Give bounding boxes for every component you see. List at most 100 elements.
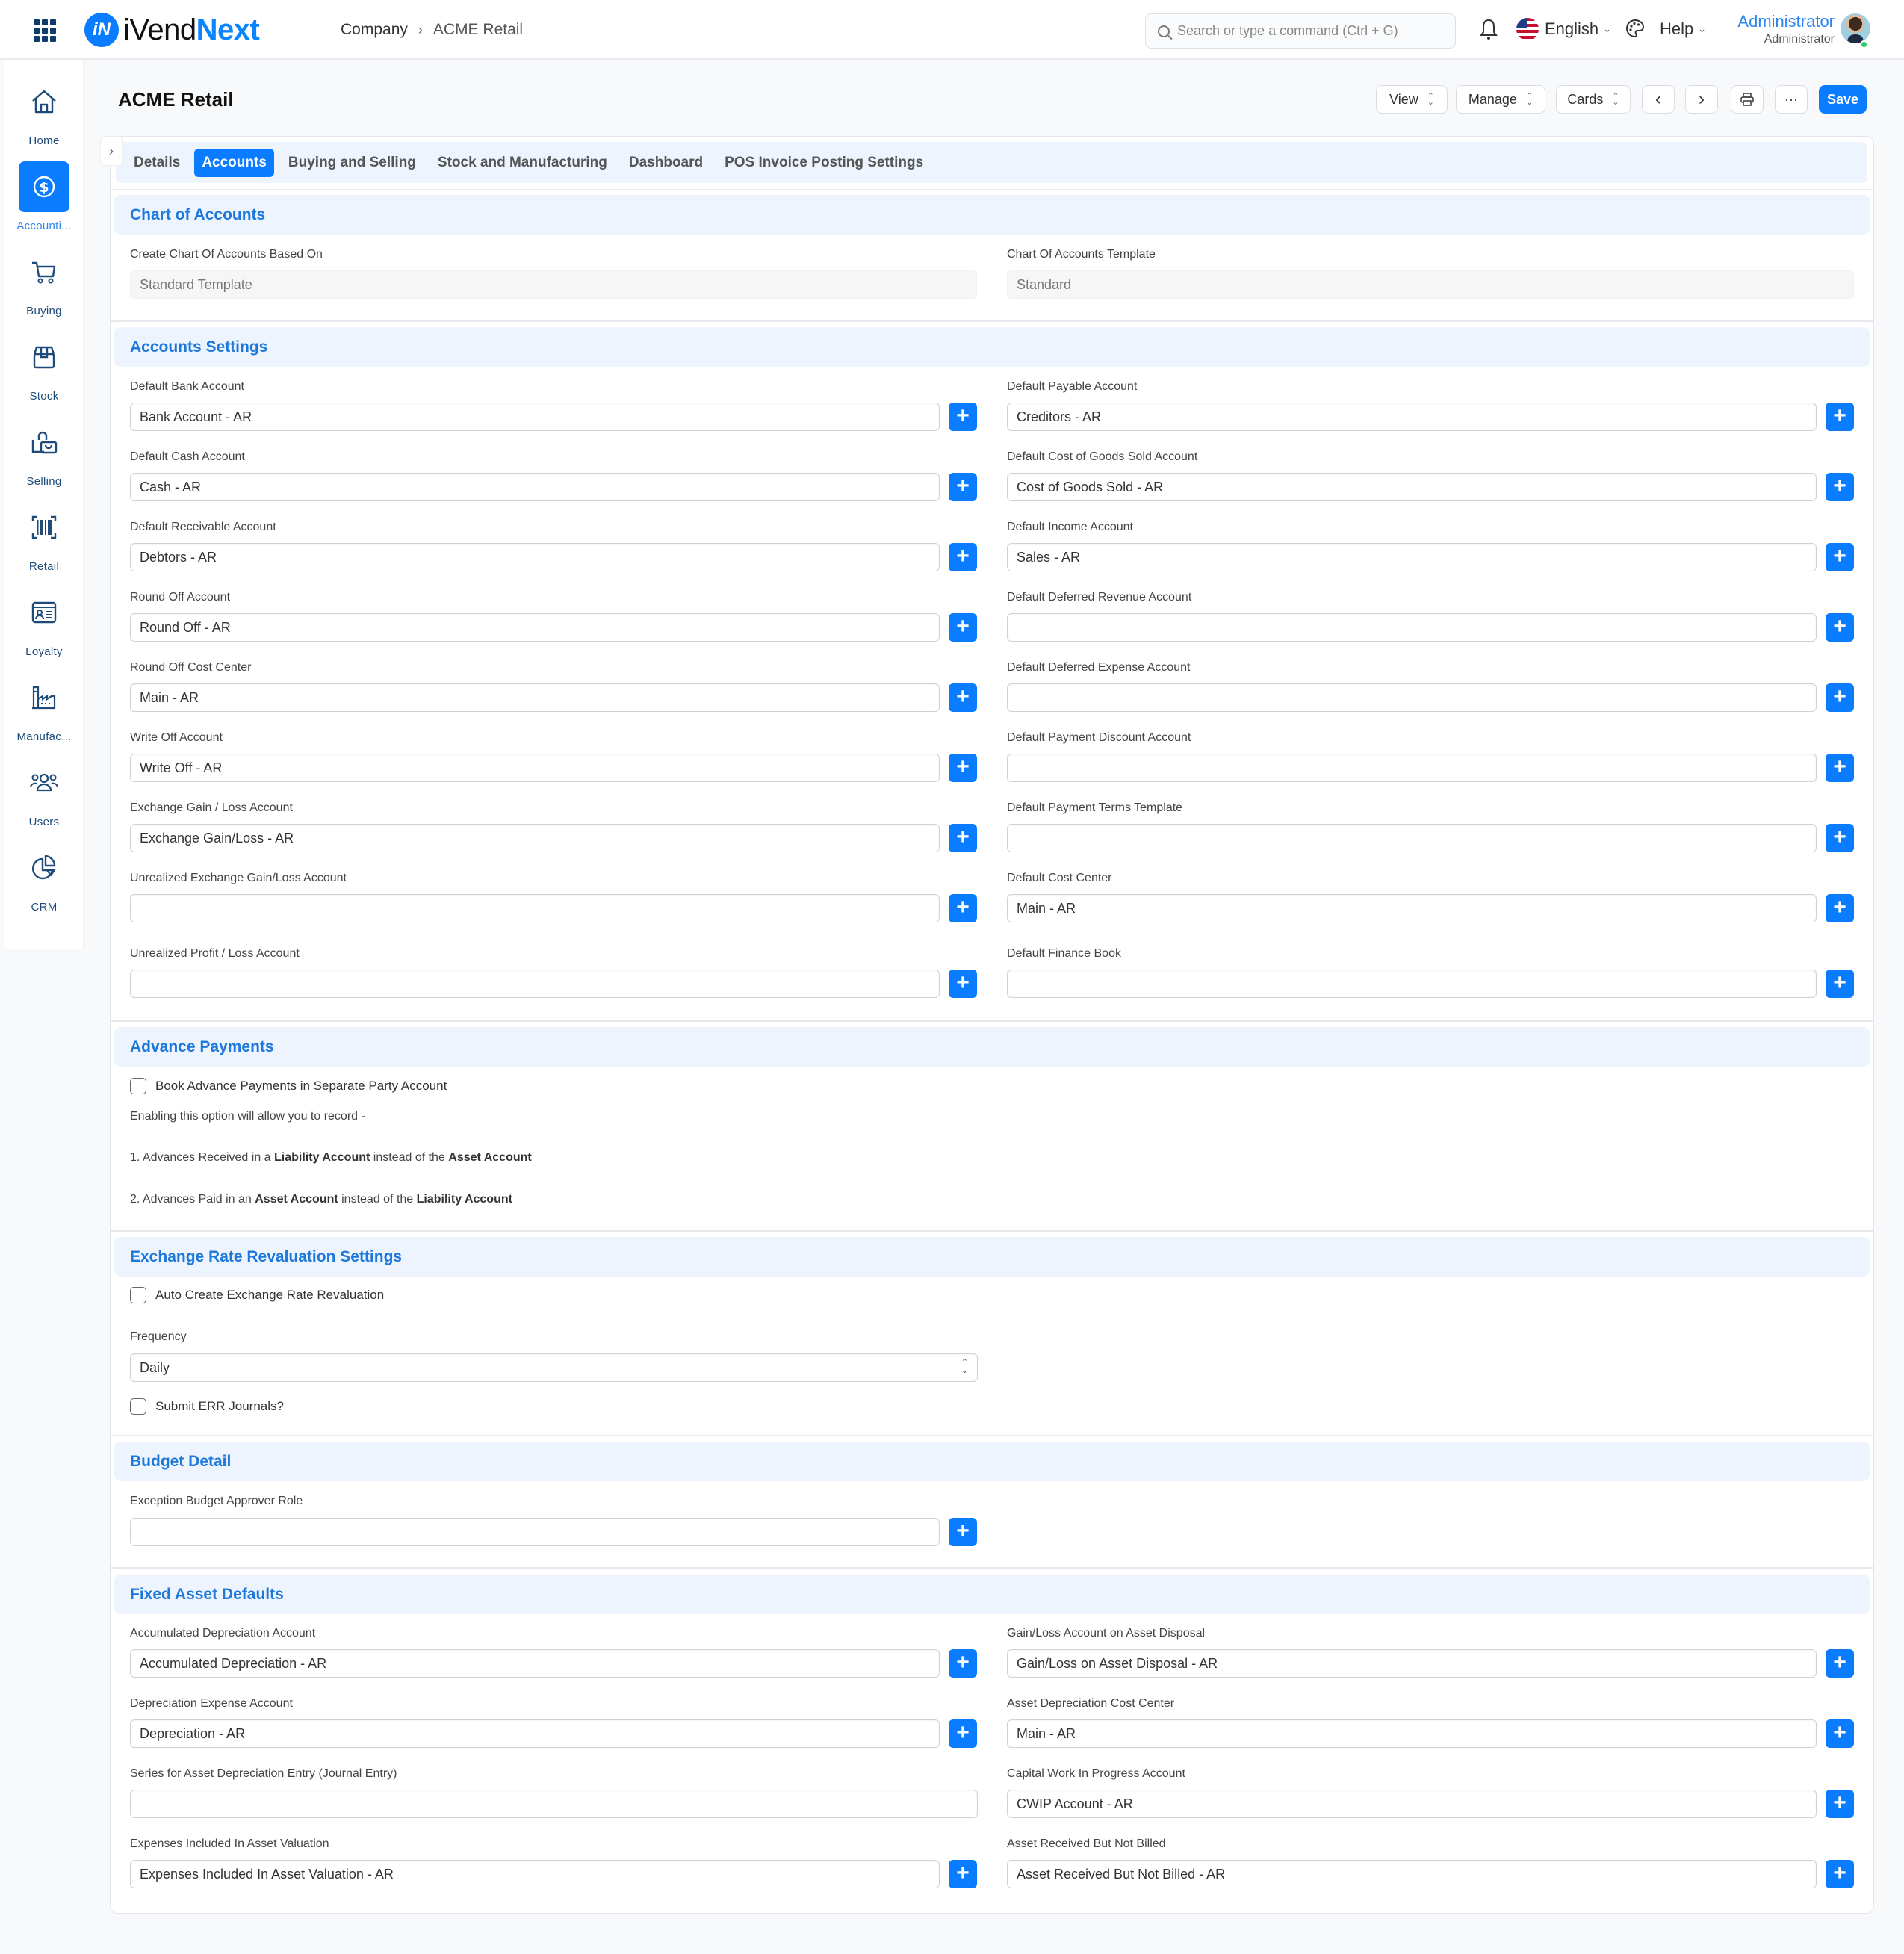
sidebar-item-buying[interactable]: Buying: [4, 246, 84, 317]
sidebar-item-stock[interactable]: Stock: [4, 332, 84, 403]
add-new-button[interactable]: +: [949, 894, 977, 922]
link-field[interactable]: Cost of Goods Sold - AR: [1007, 473, 1817, 501]
more-actions-button[interactable]: ···: [1775, 85, 1808, 114]
tab-dashboard[interactable]: Dashboard: [621, 149, 710, 177]
sidebar-item-selling[interactable]: Selling: [4, 417, 84, 488]
add-new-button[interactable]: +: [949, 824, 977, 852]
link-field[interactable]: Bank Account - AR: [130, 403, 940, 431]
link-field[interactable]: Expenses Included In Asset Valuation - A…: [130, 1860, 940, 1888]
link-field[interactable]: Write Off - AR: [130, 754, 940, 782]
add-new-button[interactable]: +: [1826, 683, 1854, 712]
add-new-button[interactable]: +: [1826, 894, 1854, 922]
tab-stock-and-manufacturing[interactable]: Stock and Manufacturing: [430, 149, 615, 177]
bell-icon[interactable]: [1479, 18, 1498, 40]
next-record-button[interactable]: ›: [1685, 85, 1718, 114]
budget-approver-field[interactable]: [130, 1518, 940, 1546]
link-field[interactable]: [130, 1790, 978, 1818]
cart-icon: [32, 261, 56, 284]
link-field[interactable]: Creditors - AR: [1007, 403, 1817, 431]
sidebar-item-crm[interactable]: CRM: [4, 843, 84, 914]
avatar[interactable]: [1841, 13, 1870, 43]
link-field[interactable]: Gain/Loss on Asset Disposal - AR: [1007, 1649, 1817, 1678]
add-new-button[interactable]: +: [949, 683, 977, 712]
sidebar-item-accounting[interactable]: $ Accounti...: [4, 161, 84, 232]
link-field[interactable]: Accumulated Depreciation - AR: [130, 1649, 940, 1678]
tab-pos-invoice-posting-settings[interactable]: POS Invoice Posting Settings: [717, 149, 931, 177]
sidebar-item-home[interactable]: Home: [4, 76, 84, 147]
sidebar-item-retail[interactable]: Retail: [4, 502, 84, 573]
link-field[interactable]: Main - AR: [130, 683, 940, 712]
add-new-button[interactable]: +: [1826, 1649, 1854, 1678]
add-new-button[interactable]: +: [949, 1860, 977, 1888]
auto-create-err-checkbox[interactable]: [130, 1287, 146, 1303]
add-new-button[interactable]: +: [949, 1719, 977, 1748]
link-field[interactable]: Debtors - AR: [130, 543, 940, 571]
field-label: Default Bank Account: [130, 380, 244, 393]
user-menu[interactable]: Administrator Administrator: [1725, 12, 1835, 46]
tab-buying-and-selling[interactable]: Buying and Selling: [281, 149, 424, 177]
add-new-button[interactable]: +: [1826, 1860, 1854, 1888]
add-new-button[interactable]: +: [1826, 1719, 1854, 1748]
expand-sidebar-button[interactable]: ›: [100, 136, 123, 166]
sidebar-item-loyalty[interactable]: Loyalty: [4, 587, 84, 658]
app-logo[interactable]: iN iVendNext: [84, 13, 260, 47]
add-new-button[interactable]: +: [949, 970, 977, 998]
palette-icon[interactable]: [1625, 18, 1646, 39]
pie-chart-icon: [31, 855, 56, 880]
book-advance-payments-checkbox[interactable]: [130, 1078, 146, 1094]
view-menu-button[interactable]: View ⌃ ⌄: [1376, 85, 1448, 114]
link-field[interactable]: [1007, 683, 1817, 712]
add-new-button[interactable]: +: [1826, 613, 1854, 642]
print-button[interactable]: [1731, 85, 1764, 114]
cards-menu-button[interactable]: Cards ⌃ ⌄: [1556, 85, 1631, 114]
sidebar-label: CRM: [31, 901, 58, 914]
search-box[interactable]: [1145, 13, 1456, 49]
link-field[interactable]: [1007, 613, 1817, 642]
link-field[interactable]: Exchange Gain/Loss - AR: [130, 824, 940, 852]
link-field[interactable]: [1007, 754, 1817, 782]
add-new-button[interactable]: +: [1826, 824, 1854, 852]
sidebar-item-manufacturing[interactable]: Manufac...: [4, 672, 84, 743]
link-field[interactable]: [1007, 824, 1817, 852]
link-field[interactable]: Round Off - AR: [130, 613, 940, 642]
add-new-button[interactable]: +: [949, 473, 977, 501]
link-field[interactable]: [130, 970, 940, 998]
sidebar-item-users[interactable]: Users: [4, 757, 84, 828]
frequency-select[interactable]: Daily ⌃ ⌄: [130, 1353, 978, 1382]
add-new-button[interactable]: +: [1826, 403, 1854, 431]
add-new-button[interactable]: +: [949, 754, 977, 782]
add-budget-approver-button[interactable]: +: [949, 1518, 977, 1546]
add-new-button[interactable]: +: [1826, 1790, 1854, 1818]
tab-details[interactable]: Details: [126, 149, 187, 177]
add-new-button[interactable]: +: [949, 543, 977, 571]
submit-err-journals-checkbox[interactable]: [130, 1398, 146, 1415]
help-menu[interactable]: Help ⌄: [1660, 19, 1706, 39]
link-field[interactable]: Main - AR: [1007, 894, 1817, 922]
add-new-button[interactable]: +: [1826, 543, 1854, 571]
add-new-button[interactable]: +: [1826, 970, 1854, 998]
breadcrumb-current[interactable]: ACME Retail: [433, 21, 523, 39]
previous-record-button[interactable]: ‹: [1642, 85, 1675, 114]
add-new-button[interactable]: +: [949, 613, 977, 642]
add-new-button[interactable]: +: [1826, 754, 1854, 782]
search-input[interactable]: [1177, 23, 1446, 39]
link-field[interactable]: Main - AR: [1007, 1719, 1817, 1748]
advance-payments-line-2: 2. Advances Paid in an Asset Account ins…: [130, 1193, 512, 1206]
breadcrumb-company[interactable]: Company: [341, 21, 408, 39]
add-new-button[interactable]: +: [949, 1649, 977, 1678]
link-field[interactable]: Cash - AR: [130, 473, 940, 501]
link-field[interactable]: [130, 894, 940, 922]
link-field[interactable]: Sales - AR: [1007, 543, 1817, 571]
language-selector[interactable]: English ⌄: [1516, 18, 1611, 40]
field-label: Default Cost Center: [1007, 872, 1112, 884]
save-button[interactable]: Save: [1819, 85, 1867, 114]
link-field[interactable]: [1007, 970, 1817, 998]
link-field[interactable]: CWIP Account - AR: [1007, 1790, 1817, 1818]
tab-accounts[interactable]: Accounts: [194, 148, 274, 177]
add-new-button[interactable]: +: [1826, 473, 1854, 501]
apps-grid-icon[interactable]: [34, 19, 56, 42]
link-field[interactable]: Asset Received But Not Billed - AR: [1007, 1860, 1817, 1888]
manage-menu-button[interactable]: Manage ⌃ ⌄: [1456, 85, 1545, 114]
link-field[interactable]: Depreciation - AR: [130, 1719, 940, 1748]
add-new-button[interactable]: +: [949, 403, 977, 431]
